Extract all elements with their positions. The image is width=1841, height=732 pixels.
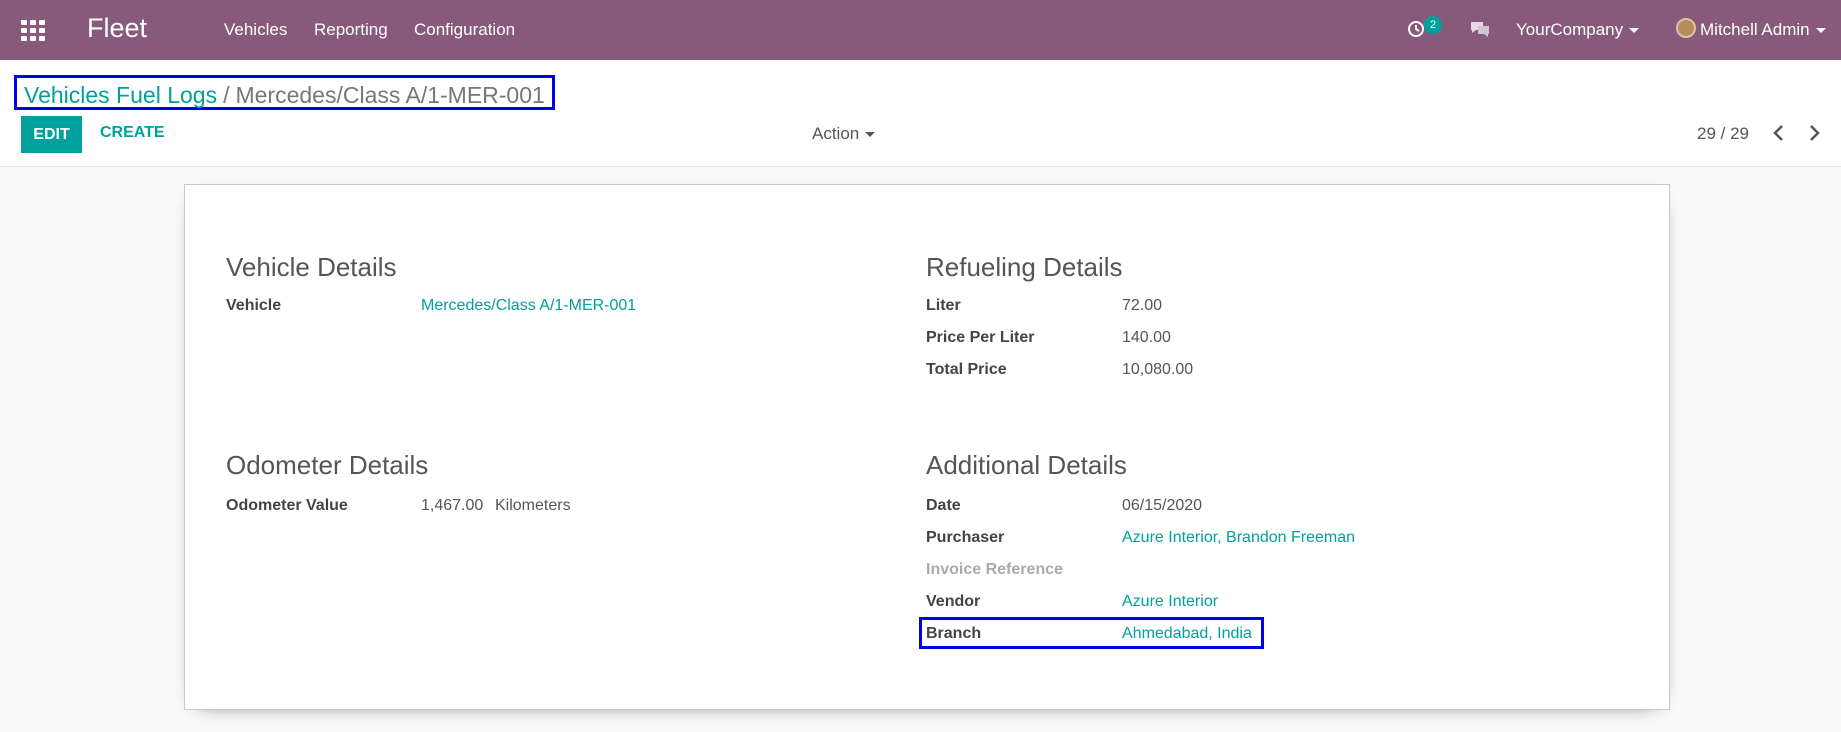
breadcrumb: Vehicles Fuel Logs / Mercedes/Class A/1-ME… [14, 75, 555, 110]
purchaser-label: Purchaser [926, 529, 1005, 546]
chevron-down-icon [1815, 28, 1826, 34]
vehicle-label: Vehicle [226, 297, 282, 314]
breadcrumb-separator: / [223, 82, 230, 108]
liter-label: Liter [926, 297, 961, 314]
chevron-down-icon [1629, 28, 1640, 34]
chevron-down-icon [865, 132, 876, 138]
price-per-liter-label: Price Per Liter [926, 329, 1035, 346]
odometer-value-label: Odometer Value [226, 497, 348, 514]
edit-button[interactable]: EDIT [21, 116, 82, 153]
refueling-details-title: Refueling Details [926, 252, 1123, 282]
additional-details-title: Additional Details [926, 450, 1127, 480]
company-switcher[interactable]: YourCompany [1516, 20, 1640, 40]
messaging-icon[interactable] [1469, 19, 1491, 39]
company-name: YourCompany [1516, 20, 1624, 39]
user-avatar[interactable] [1676, 18, 1696, 38]
menu-vehicles[interactable]: Vehicles [224, 20, 287, 40]
breadcrumb-parent-link[interactable]: Vehicles Fuel Logs [24, 82, 217, 108]
top-navbar: Fleet Vehicles Reporting Configuration 2… [0, 0, 1841, 60]
vehicle-details-title: Vehicle Details [226, 252, 397, 282]
total-price-label: Total Price [926, 361, 1007, 378]
action-label: Action [812, 124, 860, 143]
menu-reporting[interactable]: Reporting [314, 20, 388, 40]
odometer-unit: Kilometers [495, 497, 571, 514]
vendor-label: Vendor [926, 593, 981, 610]
vehicle-link[interactable]: Mercedes/Class A/1-MER-001 [421, 297, 636, 315]
date-label: Date [926, 497, 961, 514]
action-dropdown[interactable]: Action [812, 124, 876, 144]
pager-value[interactable]: 29 / 29 [1697, 124, 1749, 144]
branch-link[interactable]: Ahmedabad, India [1122, 625, 1252, 643]
chevron-right-icon[interactable] [1805, 122, 1823, 144]
menu-configuration[interactable]: Configuration [414, 20, 515, 40]
price-per-liter-value: 140.00 [1122, 329, 1171, 346]
chevron-left-icon[interactable] [1770, 122, 1788, 144]
user-name: Mitchell Admin [1700, 20, 1810, 39]
invoice-reference-label: Invoice Reference [926, 561, 1063, 578]
purchaser-link[interactable]: Azure Interior, Brandon Freeman [1122, 529, 1355, 547]
app-name[interactable]: Fleet [87, 13, 147, 44]
activity-clock-icon[interactable] [1407, 20, 1425, 38]
activity-count-badge: 2 [1424, 16, 1442, 34]
liter-value: 72.00 [1122, 297, 1163, 314]
odometer-value: 1,467.00 [421, 497, 484, 514]
branch-label: Branch [926, 625, 982, 642]
user-menu[interactable]: Mitchell Admin [1700, 20, 1826, 40]
vendor-link[interactable]: Azure Interior [1122, 593, 1218, 611]
breadcrumb-current: Mercedes/Class A/1-MER-001 [235, 82, 545, 108]
apps-menu-icon[interactable] [21, 20, 45, 41]
odometer-details-title: Odometer Details [226, 450, 429, 480]
date-value: 06/15/2020 [1122, 497, 1203, 514]
create-button[interactable]: CREATE [100, 124, 165, 142]
total-price-value: 10,080.00 [1122, 361, 1194, 378]
